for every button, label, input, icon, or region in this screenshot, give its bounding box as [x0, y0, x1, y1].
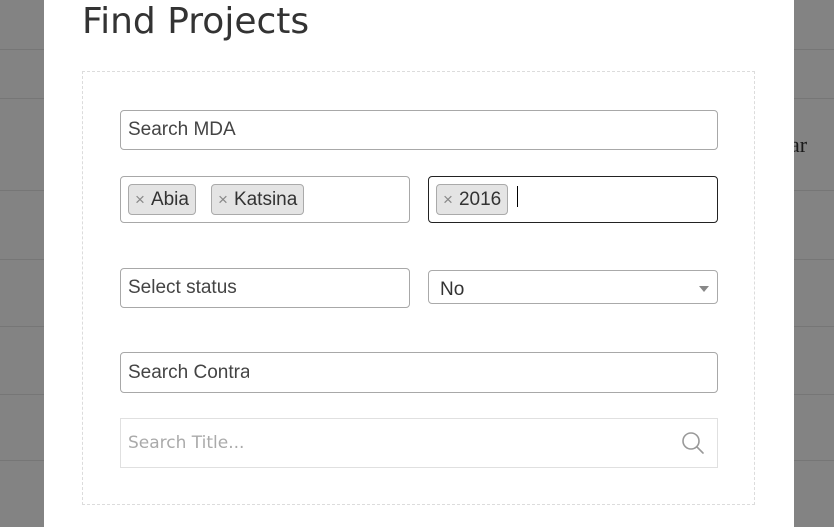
tag-2016: × 2016	[436, 184, 509, 215]
tag-remove-button[interactable]: ×	[218, 190, 228, 209]
mda-search-input[interactable]	[121, 111, 717, 149]
contractor-search-field[interactable]	[120, 352, 718, 393]
tag-remove-button[interactable]: ×	[135, 190, 145, 209]
tag-abia: × Abia	[128, 184, 196, 215]
mda-search-field[interactable]	[120, 110, 718, 150]
flag-select[interactable]: No	[428, 270, 718, 304]
search-icon[interactable]	[681, 431, 705, 455]
text-cursor	[517, 186, 518, 207]
find-projects-modal: Find Projects × Abia × Katsina × 2016	[44, 0, 794, 527]
title-search-field[interactable]	[120, 418, 718, 468]
status-input[interactable]	[121, 269, 409, 307]
tag-katsina: × Katsina	[211, 184, 305, 215]
contractor-search-input[interactable]	[121, 353, 256, 392]
tag-label: 2016	[458, 189, 502, 210]
chevron-down-icon	[699, 286, 709, 292]
search-form: × Abia × Katsina × 2016 No	[82, 71, 755, 505]
tag-remove-button[interactable]: ×	[443, 190, 453, 209]
status-field[interactable]	[120, 268, 410, 308]
modal-title: Find Projects	[82, 1, 310, 42]
title-search-input[interactable]	[121, 419, 717, 467]
tag-label: Abia	[150, 189, 189, 210]
select-value: No	[440, 279, 465, 300]
year-multiselect[interactable]: × 2016	[428, 176, 718, 223]
state-multiselect[interactable]: × Abia × Katsina	[120, 176, 410, 223]
tag-label: Katsina	[233, 189, 298, 210]
